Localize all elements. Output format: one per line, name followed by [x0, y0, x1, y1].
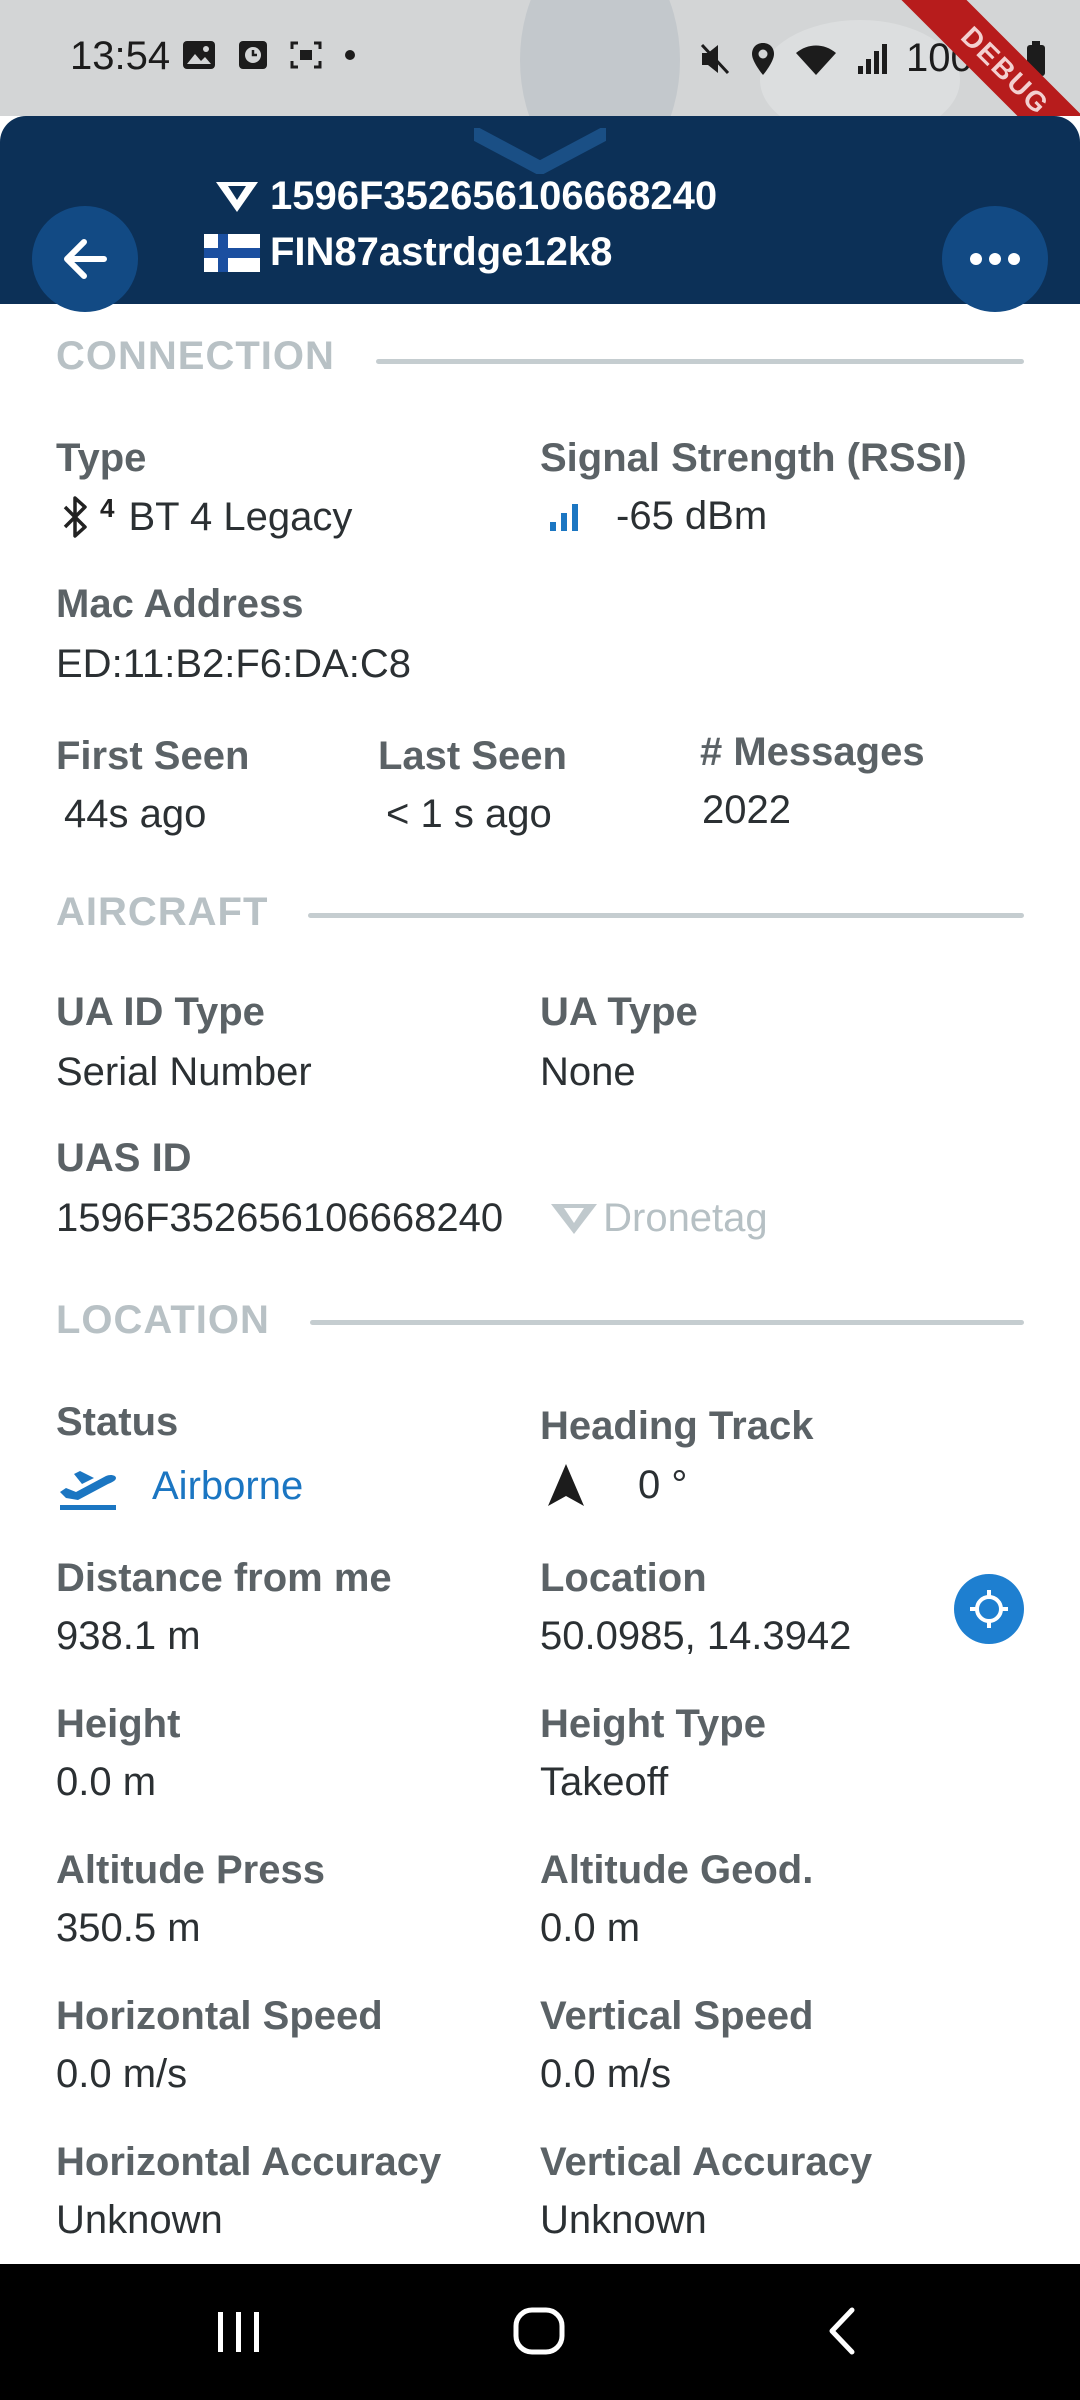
dronetag-logo-icon	[551, 1203, 598, 1234]
section-divider	[310, 1320, 1024, 1325]
bluetooth-icon	[63, 496, 87, 538]
recent-apps-icon[interactable]	[214, 2304, 264, 2358]
mac-value: ED:11:B2:F6:DA:C8	[56, 642, 411, 686]
clock-badge-icon	[239, 41, 267, 69]
section-title: LOCATION	[56, 1298, 270, 1342]
distance-value: 938.1 m	[56, 1614, 201, 1658]
type-value-text: BT 4 Legacy	[128, 494, 353, 539]
rssi-label: Signal Strength (RSSI)	[540, 436, 967, 480]
locate-on-map-button[interactable]	[954, 1574, 1024, 1644]
more-horizontal-icon	[970, 253, 1020, 265]
signal-strength-icon	[550, 503, 578, 531]
section-title: AIRCRAFT	[56, 890, 269, 934]
status-time: 13:54	[70, 34, 171, 78]
header-uas-id-text: 1596F352656106668240	[270, 174, 718, 218]
altitude-press-value: 350.5 m	[56, 1906, 201, 1950]
altitude-press-label: Altitude Press	[56, 1848, 325, 1892]
status-label: Status	[56, 1400, 179, 1444]
horizontal-accuracy-value: Unknown	[56, 2198, 223, 2242]
aircraft-section-header: AIRCRAFT	[56, 890, 268, 935]
vertical-speed-value: 0.0 m/s	[540, 2052, 672, 2096]
header-uas-id: 1596F352656106668240	[214, 174, 717, 219]
connection-section-header: CONNECTION	[56, 334, 335, 379]
messages-label: # Messages	[700, 730, 925, 774]
heading-label: Heading Track	[540, 1404, 814, 1448]
vertical-speed-label: Vertical Speed	[540, 1994, 814, 2038]
section-title: CONNECTION	[56, 334, 335, 378]
rssi-value-text: -65 dBm	[616, 494, 768, 538]
first-seen-label: First Seen	[56, 734, 250, 778]
bt-version-badge: 4	[100, 492, 115, 523]
wifi-icon	[796, 45, 836, 75]
arrow-left-icon	[64, 239, 107, 279]
location-label: Location	[540, 1556, 707, 1600]
section-divider	[376, 359, 1024, 364]
ua-type-label: UA Type	[540, 990, 698, 1034]
ua-type-value: None	[540, 1050, 636, 1094]
rssi-value: -65 dBm	[548, 494, 767, 539]
signal-icon	[858, 43, 887, 74]
airplane-takeoff-icon	[60, 1471, 116, 1510]
ua-id-type-value: Serial Number	[56, 1050, 312, 1094]
first-seen-value: 44s ago	[64, 792, 207, 836]
manufacturer: Dronetag	[549, 1196, 768, 1241]
altitude-geod-label: Altitude Geod.	[540, 1848, 814, 1892]
finland-flag-icon	[204, 233, 260, 272]
height-type-value: Takeoff	[540, 1760, 669, 1804]
vertical-accuracy-label: Vertical Accuracy	[540, 2140, 873, 2184]
uas-id-value-text: 1596F352656106668240	[56, 1196, 504, 1240]
notification-icons	[182, 40, 356, 70]
uas-id-label: UAS ID	[56, 1136, 192, 1180]
vertical-accuracy-value: Unknown	[540, 2198, 707, 2242]
heading-value-text: 0 °	[638, 1462, 688, 1507]
height-type-label: Height Type	[540, 1702, 766, 1746]
more-options-button[interactable]	[942, 206, 1048, 312]
status-bar: 13:54 100% DEBUG	[0, 0, 1080, 116]
uas-id-value: 1596F352656106668240 Dronetag	[56, 1196, 768, 1241]
horizontal-speed-label: Horizontal Speed	[56, 1994, 383, 2038]
header-operator-id: FIN87astrdge12k8	[204, 230, 612, 275]
manufacturer-name: Dronetag	[603, 1196, 768, 1240]
heading-arrow-icon	[548, 1464, 584, 1506]
horizontal-accuracy-label: Horizontal Accuracy	[56, 2140, 442, 2184]
distance-label: Distance from me	[56, 1556, 392, 1600]
location-value: 50.0985, 14.3942	[540, 1614, 852, 1658]
ua-id-type-label: UA ID Type	[56, 990, 265, 1034]
location-section-header: LOCATION	[56, 1298, 270, 1343]
heading-value: 0 °	[546, 1462, 687, 1508]
screenshot-icon	[290, 41, 322, 69]
back-button[interactable]	[32, 206, 138, 312]
type-value: 4 BT 4 Legacy	[60, 492, 353, 540]
section-divider	[308, 913, 1024, 918]
chevron-down-icon[interactable]	[474, 128, 606, 174]
crosshair-icon	[970, 1590, 1008, 1628]
header-operator-id-text: FIN87astrdge12k8	[270, 230, 613, 274]
last-seen-value: < 1 s ago	[386, 792, 552, 836]
location-icon	[752, 42, 774, 75]
type-label: Type	[56, 436, 147, 480]
horizontal-speed-value: 0.0 m/s	[56, 2052, 188, 2096]
messages-value: 2022	[702, 788, 791, 832]
status-value: Airborne	[58, 1462, 303, 1510]
dot-icon	[345, 50, 355, 60]
mac-label: Mac Address	[56, 582, 304, 626]
altitude-geod-value: 0.0 m	[540, 1906, 641, 1950]
image-icon	[183, 41, 215, 69]
mute-icon	[700, 43, 730, 74]
dronetag-logo-icon	[216, 181, 258, 212]
last-seen-label: Last Seen	[378, 734, 567, 778]
system-navigation-bar	[0, 2264, 1080, 2400]
status-value-text: Airborne	[152, 1463, 304, 1508]
home-icon[interactable]	[512, 2304, 568, 2358]
height-value: 0.0 m	[56, 1760, 157, 1804]
back-nav-icon[interactable]	[822, 2304, 862, 2358]
height-label: Height	[56, 1702, 181, 1746]
